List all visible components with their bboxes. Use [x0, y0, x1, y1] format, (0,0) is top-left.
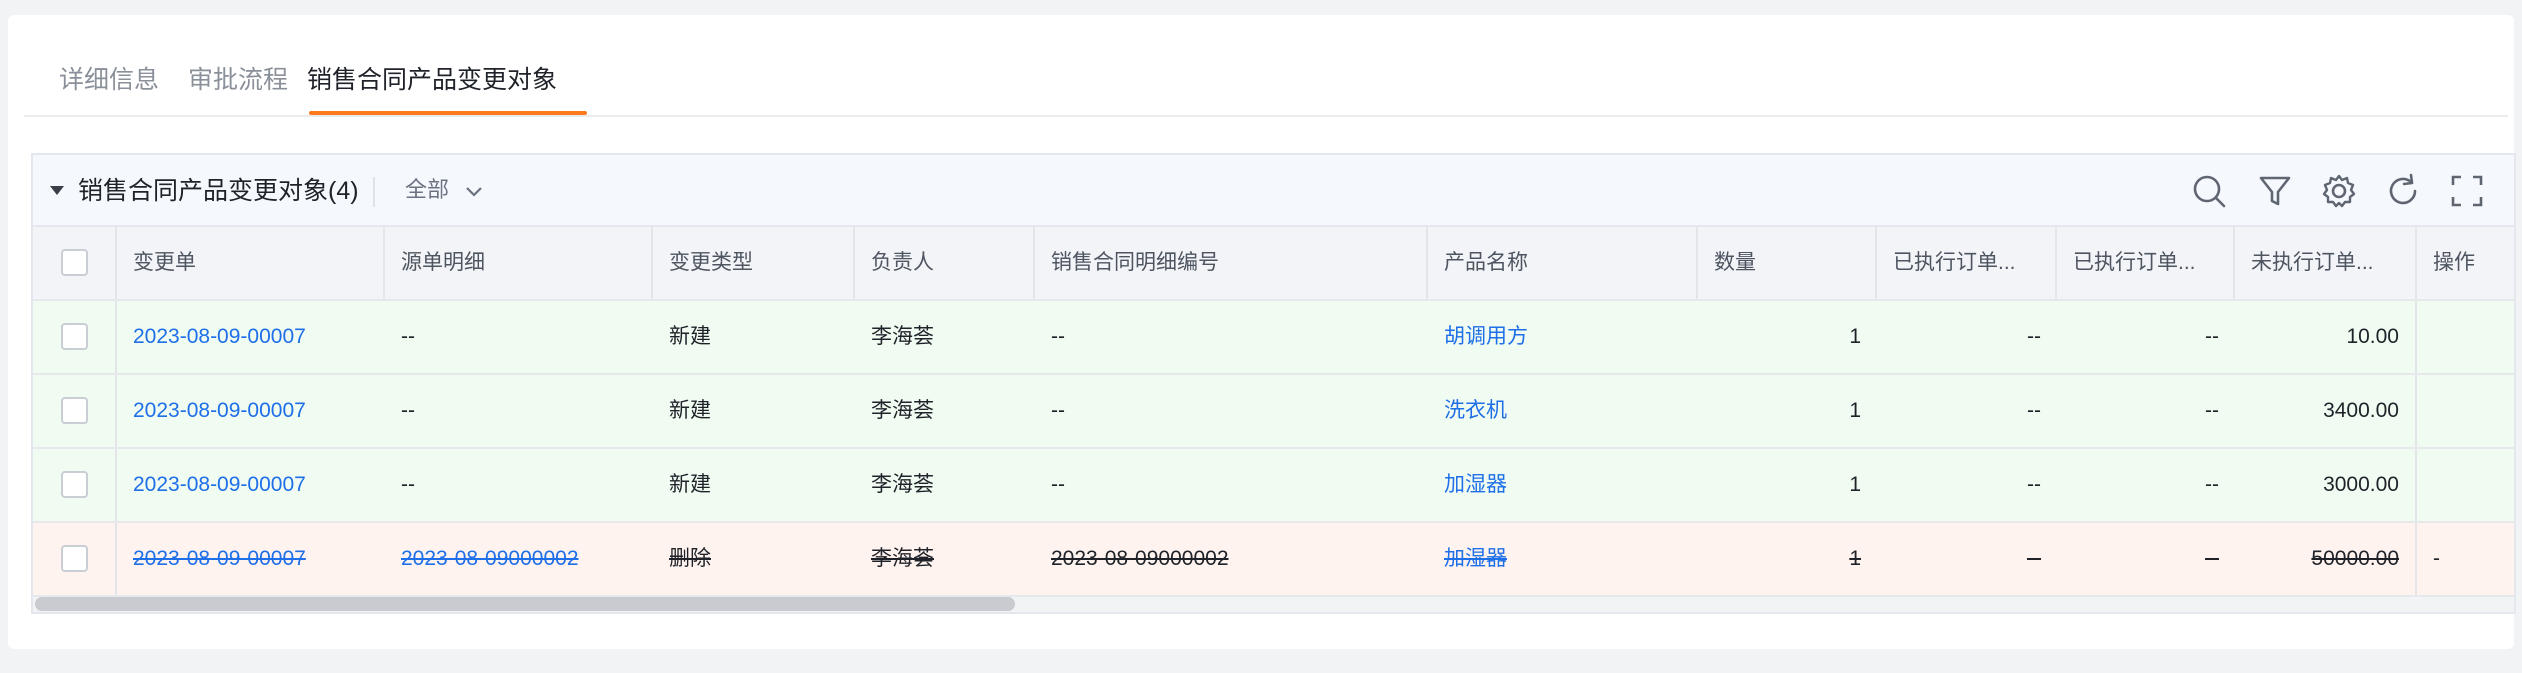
product-name-link[interactable]: 加湿器: [1428, 523, 1698, 595]
select-all-cell: [33, 227, 117, 299]
row-checkbox[interactable]: [61, 471, 88, 498]
column-header[interactable]: 已执行订单...: [1877, 227, 2057, 299]
toolbar-divider: [373, 177, 375, 207]
horizontal-scrollbar-thumb[interactable]: [35, 597, 1015, 611]
contract-detail-no-cell: --: [1051, 473, 1065, 496]
column-header[interactable]: 产品名称: [1428, 227, 1698, 299]
row-select-cell: [33, 523, 117, 595]
quantity-cell: 1: [1849, 473, 1861, 496]
source-detail-cell: --: [401, 325, 415, 348]
fullscreen-icon[interactable]: [2449, 173, 2485, 209]
executed-order-cell: --: [2027, 547, 2041, 570]
executed-order-cell: --: [2205, 473, 2219, 496]
column-header[interactable]: 变更类型: [653, 227, 855, 299]
column-header[interactable]: 销售合同明细编号: [1035, 227, 1428, 299]
active-tab-indicator: [309, 111, 587, 115]
owner-cell: 李海荟: [871, 399, 934, 422]
table-row: 2023-08-09-00007 -- 新建 李海荟 -- 加湿器 1 -- -…: [33, 449, 2514, 523]
column-header[interactable]: 源单明细: [385, 227, 653, 299]
executed-order-cell: --: [2027, 325, 2041, 348]
row-select-cell: [33, 375, 117, 447]
scope-filter-value: 全部: [405, 177, 450, 202]
table-header-row: 变更单 源单明细 变更类型 负责人 销售合同明细编号 产品名称 数量 已执行订单…: [33, 227, 2514, 301]
source-detail-link[interactable]: 2023-08-09000002: [385, 523, 653, 595]
column-header: 操作: [2415, 227, 2514, 299]
product-name-link[interactable]: 胡调用方: [1428, 301, 1698, 373]
executed-order-cell: --: [2027, 473, 2041, 496]
executed-order-cell: --: [2205, 325, 2219, 348]
quantity-cell: 1: [1849, 547, 1861, 570]
tab-details[interactable]: 详细信息: [59, 45, 159, 115]
owner-cell: 李海荟: [871, 325, 934, 348]
table-row-deleted: 2023-08-09-00007 2023-08-09000002 删除 李海荟…: [33, 523, 2514, 597]
quantity-cell: 1: [1849, 325, 1861, 348]
contract-detail-no-cell: --: [1051, 399, 1065, 422]
change-order-link[interactable]: 2023-08-09-00007: [117, 301, 385, 373]
executed-order-cell: --: [2205, 399, 2219, 422]
column-header[interactable]: 变更单: [117, 227, 385, 299]
unexecuted-order-cell: 3400.00: [2323, 399, 2399, 422]
row-select-cell: [33, 301, 117, 373]
contract-detail-no-cell: 2023-08-09000002: [1051, 547, 1229, 570]
quantity-cell: 1: [1849, 399, 1861, 422]
product-change-panel: 销售合同产品变更对象(4) 全部 变更单 源单明细 变更类型 负责人 销售合同明…: [31, 153, 2516, 614]
change-type-cell: 新建: [669, 399, 711, 422]
operation-cell: [2415, 449, 2514, 521]
panel-title: 销售合同产品变更对象(4): [78, 177, 359, 205]
collapse-caret-icon[interactable]: [50, 186, 64, 195]
owner-cell: 李海荟: [871, 473, 934, 496]
scope-filter-select[interactable]: 全部: [405, 155, 483, 227]
panel-toolbar: 销售合同产品变更对象(4) 全部: [33, 155, 2514, 227]
source-detail-cell: --: [401, 399, 415, 422]
filter-icon[interactable]: [2257, 173, 2293, 209]
tab-approval-flow[interactable]: 审批流程: [188, 45, 288, 115]
change-order-link[interactable]: 2023-08-09-00007: [117, 523, 385, 595]
row-checkbox[interactable]: [61, 545, 88, 572]
executed-order-cell: --: [2027, 399, 2041, 422]
change-order-link[interactable]: 2023-08-09-00007: [117, 375, 385, 447]
operation-cell: [2415, 375, 2514, 447]
detail-page: 详细信息 审批流程 销售合同产品变更对象 销售合同产品变更对象(4) 全部 变更…: [8, 15, 2516, 649]
column-header[interactable]: 未执行订单...: [2235, 227, 2415, 299]
tab-bar: 详细信息 审批流程 销售合同产品变更对象: [24, 45, 2508, 117]
row-checkbox[interactable]: [61, 323, 88, 350]
product-name-link[interactable]: 洗衣机: [1428, 375, 1698, 447]
executed-order-cell: --: [2205, 547, 2219, 570]
change-order-link[interactable]: 2023-08-09-00007: [117, 449, 385, 521]
change-type-cell: 新建: [669, 325, 711, 348]
change-type-cell: 新建: [669, 473, 711, 496]
unexecuted-order-cell: 3000.00: [2323, 473, 2399, 496]
tab-product-change-objects[interactable]: 销售合同产品变更对象: [307, 45, 557, 115]
row-checkbox[interactable]: [61, 397, 88, 424]
operation-cell: -: [2415, 523, 2514, 595]
refresh-icon[interactable]: [2385, 173, 2421, 209]
row-select-cell: [33, 449, 117, 521]
table-row: 2023-08-09-00007 -- 新建 李海荟 -- 洗衣机 1 -- -…: [33, 375, 2514, 449]
column-header[interactable]: 已执行订单...: [2057, 227, 2235, 299]
change-type-cell: 删除: [669, 547, 711, 570]
chevron-down-icon: [465, 156, 483, 226]
contract-detail-no-cell: --: [1051, 325, 1065, 348]
unexecuted-order-cell: 50000.00: [2311, 547, 2399, 570]
search-icon[interactable]: [2191, 173, 2227, 209]
select-all-checkbox[interactable]: [61, 249, 88, 276]
settings-icon[interactable]: [2321, 173, 2357, 209]
operation-cell: [2415, 301, 2514, 373]
column-header[interactable]: 数量: [1698, 227, 1877, 299]
source-detail-cell: --: [401, 473, 415, 496]
unexecuted-order-cell: 10.00: [2346, 325, 2399, 348]
owner-cell: 李海荟: [871, 547, 934, 570]
table-row: 2023-08-09-00007 -- 新建 李海荟 -- 胡调用方 1 -- …: [33, 301, 2514, 375]
column-header[interactable]: 负责人: [855, 227, 1035, 299]
product-name-link[interactable]: 加湿器: [1428, 449, 1698, 521]
